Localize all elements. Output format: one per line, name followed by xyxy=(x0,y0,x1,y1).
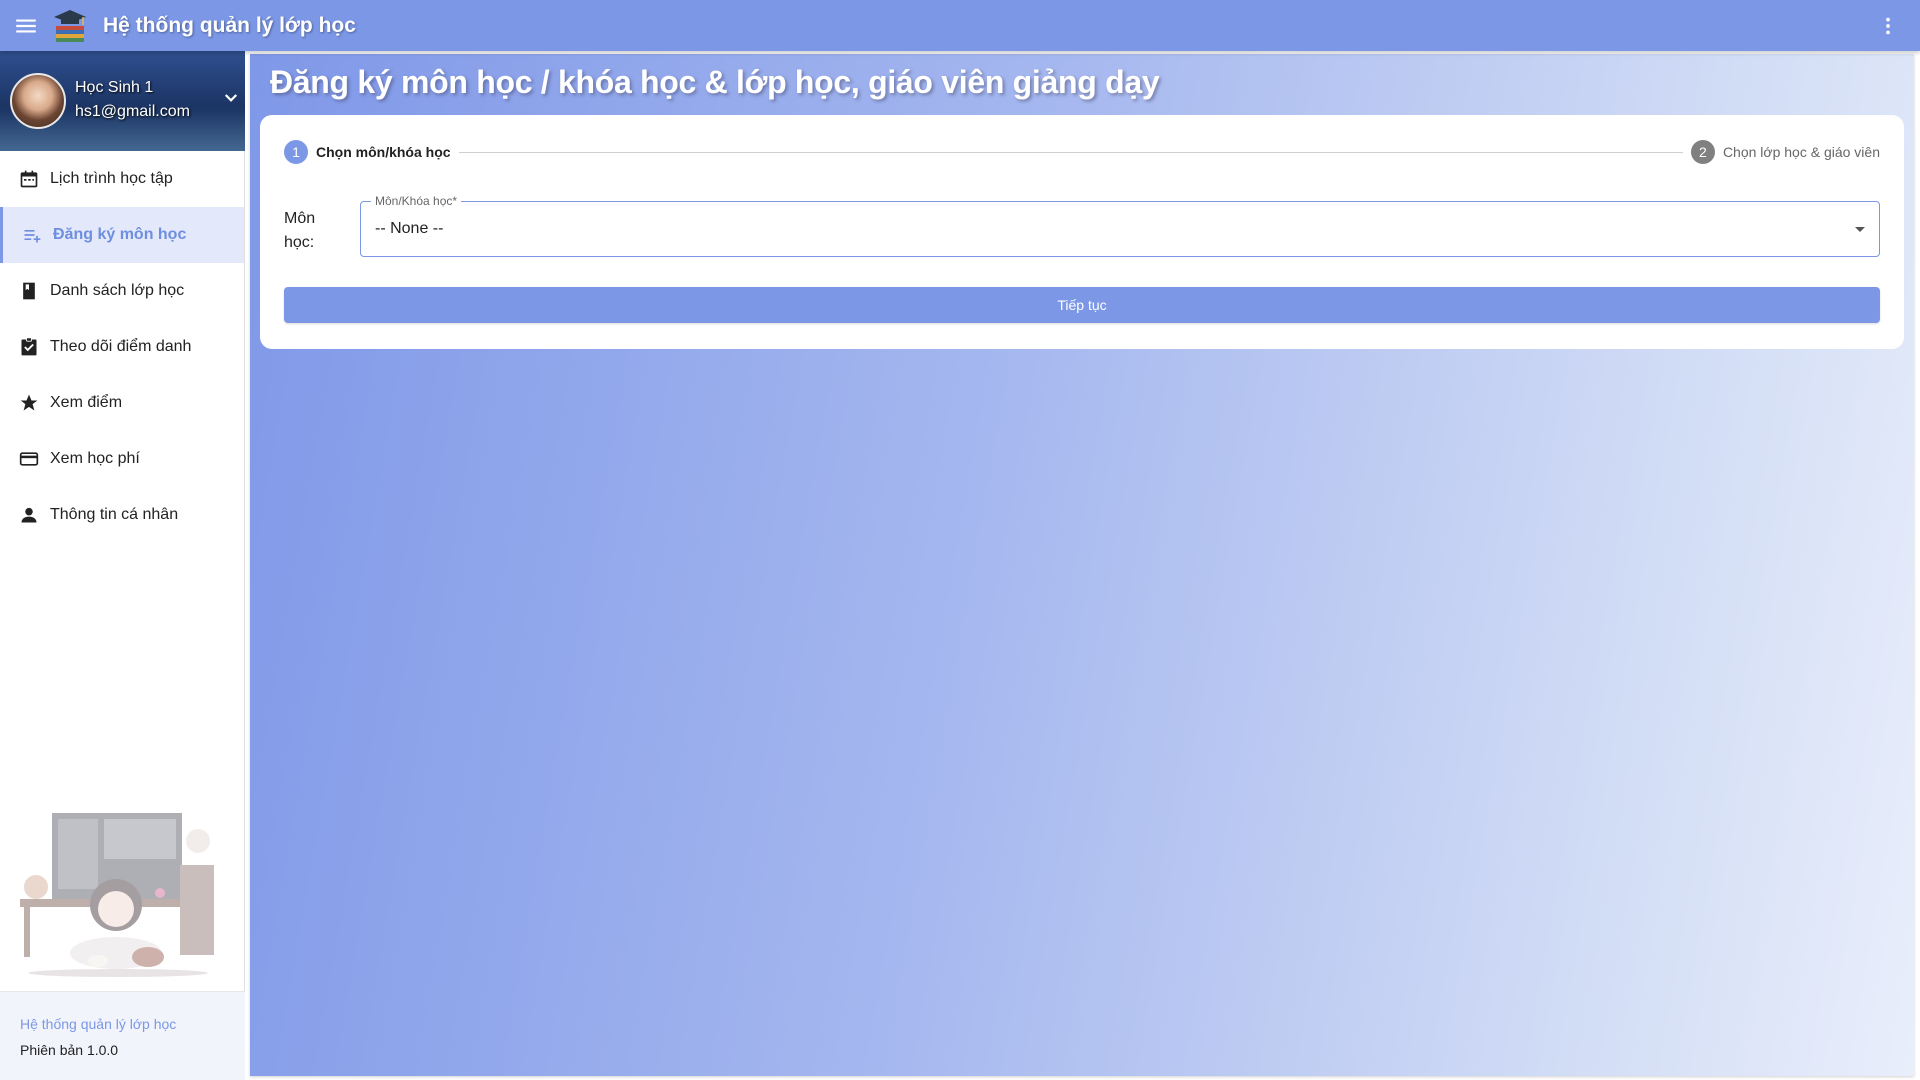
chevron-down-icon[interactable] xyxy=(222,89,240,107)
playlist-add-icon xyxy=(21,224,43,246)
course-field-row: Môn học: Môn/Khóa học* -- None -- xyxy=(284,194,1880,257)
app-logo xyxy=(52,8,88,44)
sidebar-item-study-schedule[interactable]: Lịch trình học tập xyxy=(0,151,244,207)
course-field-label: Môn học: xyxy=(284,210,316,251)
sidebar-item-tuition[interactable]: Xem học phí xyxy=(0,431,244,487)
step-select-class-teacher[interactable]: 2 Chọn lớp học & giáo viên xyxy=(1690,140,1880,164)
sidebar-item-label: Danh sách lớp học xyxy=(50,282,185,299)
sidebar-item-label: Thông tin cá nhân xyxy=(50,506,179,523)
sidebar-item-label: Xem học phí xyxy=(50,450,140,467)
sidebar-item-profile[interactable]: Thông tin cá nhân xyxy=(0,487,244,543)
step-label: Chọn môn/khóa học xyxy=(316,144,451,160)
user-name: Học Sinh 1 xyxy=(75,79,154,96)
assignment-check-icon xyxy=(18,336,40,358)
sidebar-item-course-registration[interactable]: Đăng ký môn học xyxy=(0,207,244,263)
sidebar-item-label: Lịch trình học tập xyxy=(50,170,173,187)
sidebar-item-grades[interactable]: Xem điểm xyxy=(0,375,244,431)
sidebar-footer: Hệ thống quản lý lớp học Phiên bản 1.0.0 xyxy=(0,991,245,1080)
step-number: 2 xyxy=(1690,140,1715,164)
registration-card: 1 Chọn môn/khóa học 2 Chọn lớp học & giá… xyxy=(260,115,1904,349)
decorative-illustration xyxy=(18,807,228,977)
course-select-legend: Môn/Khóa học* xyxy=(371,194,462,208)
step-connector xyxy=(458,151,1683,153)
main-content: Đăng ký môn học / khóa học & lớp học, gi… xyxy=(250,54,1914,1076)
menu-icon[interactable] xyxy=(0,0,52,51)
footer-version: Phiên bản 1.0.0 xyxy=(20,1042,119,1058)
book-icon xyxy=(18,280,40,302)
calendar-icon xyxy=(18,168,40,190)
sidebar-item-label: Đăng ký môn học xyxy=(53,226,187,243)
sidebar-item-attendance[interactable]: Theo dõi điểm danh xyxy=(0,319,244,375)
star-icon xyxy=(18,392,40,414)
course-select-value: -- None -- xyxy=(375,220,444,237)
dropdown-arrow-icon[interactable] xyxy=(1853,222,1867,236)
step-number: 1 xyxy=(284,140,308,164)
credit-card-icon xyxy=(18,448,40,470)
stepper: 1 Chọn môn/khóa học 2 Chọn lớp học & giá… xyxy=(284,139,1880,165)
step-label: Chọn lớp học & giáo viên xyxy=(1722,144,1880,160)
continue-button[interactable]: Tiếp tục xyxy=(284,287,1880,323)
sidebar: Học Sinh 1 hs1@gmail.com Lịch trình học … xyxy=(0,51,245,1080)
app-bar: Hệ thống quản lý lớp học xyxy=(0,0,1920,51)
footer-app-title: Hệ thống quản lý lớp học xyxy=(20,1016,177,1032)
step-select-course[interactable]: 1 Chọn môn/khóa học xyxy=(284,140,451,164)
page-title: Đăng ký môn học / khóa học & lớp học, gi… xyxy=(270,64,1160,100)
sidebar-item-label: Xem điểm xyxy=(50,394,123,411)
app-title: Hệ thống quản lý lớp học xyxy=(103,13,356,37)
person-icon xyxy=(18,504,40,526)
sidebar-item-class-list[interactable]: Danh sách lớp học xyxy=(0,263,244,319)
course-select[interactable]: Môn/Khóa học* -- None -- xyxy=(360,194,1880,257)
more-vert-icon[interactable] xyxy=(1874,12,1902,40)
avatar xyxy=(10,73,66,129)
sidebar-item-label: Theo dõi điểm danh xyxy=(50,338,192,355)
user-profile[interactable]: Học Sinh 1 hs1@gmail.com xyxy=(0,51,245,151)
user-email: hs1@gmail.com xyxy=(75,103,190,120)
sidebar-nav: Lịch trình học tập Đăng ký môn học Danh … xyxy=(0,151,244,543)
